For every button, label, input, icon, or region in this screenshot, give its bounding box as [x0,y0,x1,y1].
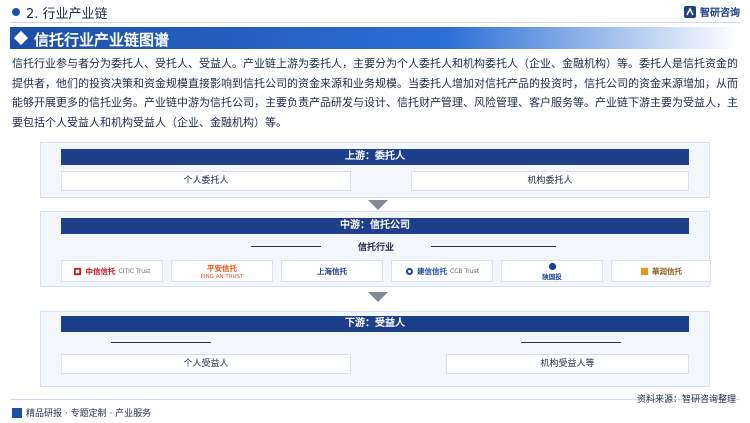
ccb-mark-icon [405,267,414,275]
midstream-sub-label: 信托行业 [357,243,394,253]
source-note: 资料来源：智研咨询整理 [636,395,736,405]
brand-logo: 智研咨询 [683,4,740,19]
footer-mark-icon [12,407,22,418]
upstream-item-institution: 机构委托人 [411,171,689,191]
citic-mark-icon [74,267,82,275]
diamond-icon [13,30,29,46]
huarun-mark-icon [640,267,649,275]
brand-mark-icon [684,5,696,18]
section-dot-icon [12,8,20,16]
footer: 精品研报 · 专题定制 · 产业服务 资料来源：智研咨询整理 [0,395,750,423]
downstream-item-institution: 机构受益人等 [446,354,689,374]
logo-ccb-trust: 建信信托 CCB Trust [391,260,493,282]
downstream-rule-right [521,342,621,343]
downstream-panel: 下游：受益人 个人受益人 机构受益人等 [40,311,710,387]
title-bar: 信托行业产业链图谱 [10,27,738,49]
footer-tagline: 精品研报 · 专题定制 · 产业服务 [12,406,151,419]
downstream-label: 下游：受益人 [61,316,689,332]
midstream-label: 中游：信托公司 [61,218,689,234]
brand-name: 智研咨询 [700,8,740,19]
logo-citic-trust: 中信信托 CITIC Trust [61,260,163,282]
logo-shaanxi-trust: 陕国投 [501,260,603,282]
section-title: 2. 行业产业链 [26,7,108,22]
upstream-panel: 上游：委托人 个人委托人 机构委托人 [40,142,710,198]
downstream-item-individual: 个人受益人 [61,354,351,374]
upstream-label: 上游：委托人 [61,149,689,165]
header: 2. 行业产业链 智研咨询 [0,0,750,24]
logo-shanghai-trust: 上海信托 [281,260,383,282]
page-title: 信托行业产业链图谱 [34,31,170,49]
header-divider [10,22,740,23]
logo-pingan-trust: 平安信托 PING AN TRUST [171,260,273,282]
arrow-down-icon [368,292,388,302]
shaanxi-mark-icon [548,262,556,270]
logo-huarun-trust: 華润信托 [611,260,711,282]
intro-paragraph: 信托行业参与者分为委托人、受托人、受益人。产业链上游为委托人，主要分为个人委托人… [12,57,738,129]
sub-rule-right [431,246,556,247]
downstream-rule-left [111,342,211,343]
midstream-panel: 中游：信托公司 信托行业 中信信托 CITIC Trust 平安信托 PING … [40,211,711,287]
upstream-item-individual: 个人委托人 [61,171,351,191]
arrow-down-icon [368,200,388,210]
footer-divider [10,399,740,400]
